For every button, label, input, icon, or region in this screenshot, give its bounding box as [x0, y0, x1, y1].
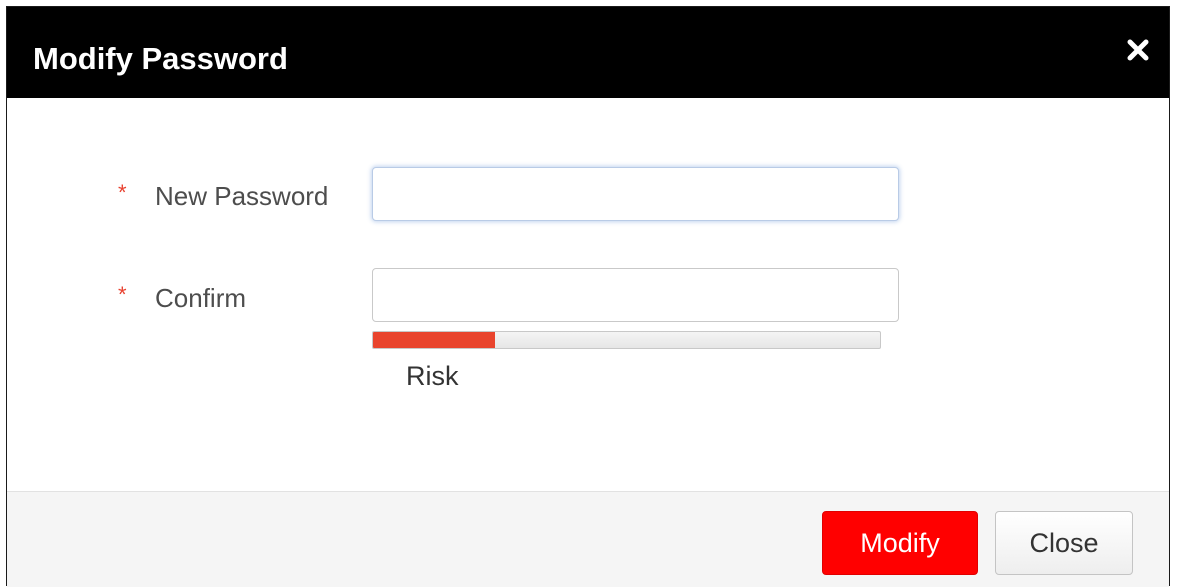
dialog-footer: Modify Close — [7, 491, 1169, 587]
password-strength-bar — [372, 331, 881, 349]
close-button[interactable]: Close — [995, 511, 1133, 575]
required-marker: * — [118, 282, 127, 307]
dialog-title: Modify Password — [33, 41, 288, 76]
confirm-label: Confirm — [155, 283, 247, 313]
password-strength-fill — [373, 332, 495, 348]
required-marker: * — [118, 180, 127, 205]
dialog-body: * New Password * Confirm Risk — [7, 98, 1169, 491]
close-icon[interactable] — [1123, 35, 1153, 65]
modify-button[interactable]: Modify — [822, 511, 978, 575]
dialog-titlebar: Modify Password — [7, 7, 1169, 98]
new-password-input[interactable] — [372, 167, 899, 221]
password-strength-label: Risk — [406, 361, 459, 391]
new-password-label: New Password — [155, 181, 329, 211]
modify-password-dialog: Modify Password * New Password * Confirm… — [6, 6, 1170, 587]
confirm-password-input[interactable] — [372, 268, 899, 322]
